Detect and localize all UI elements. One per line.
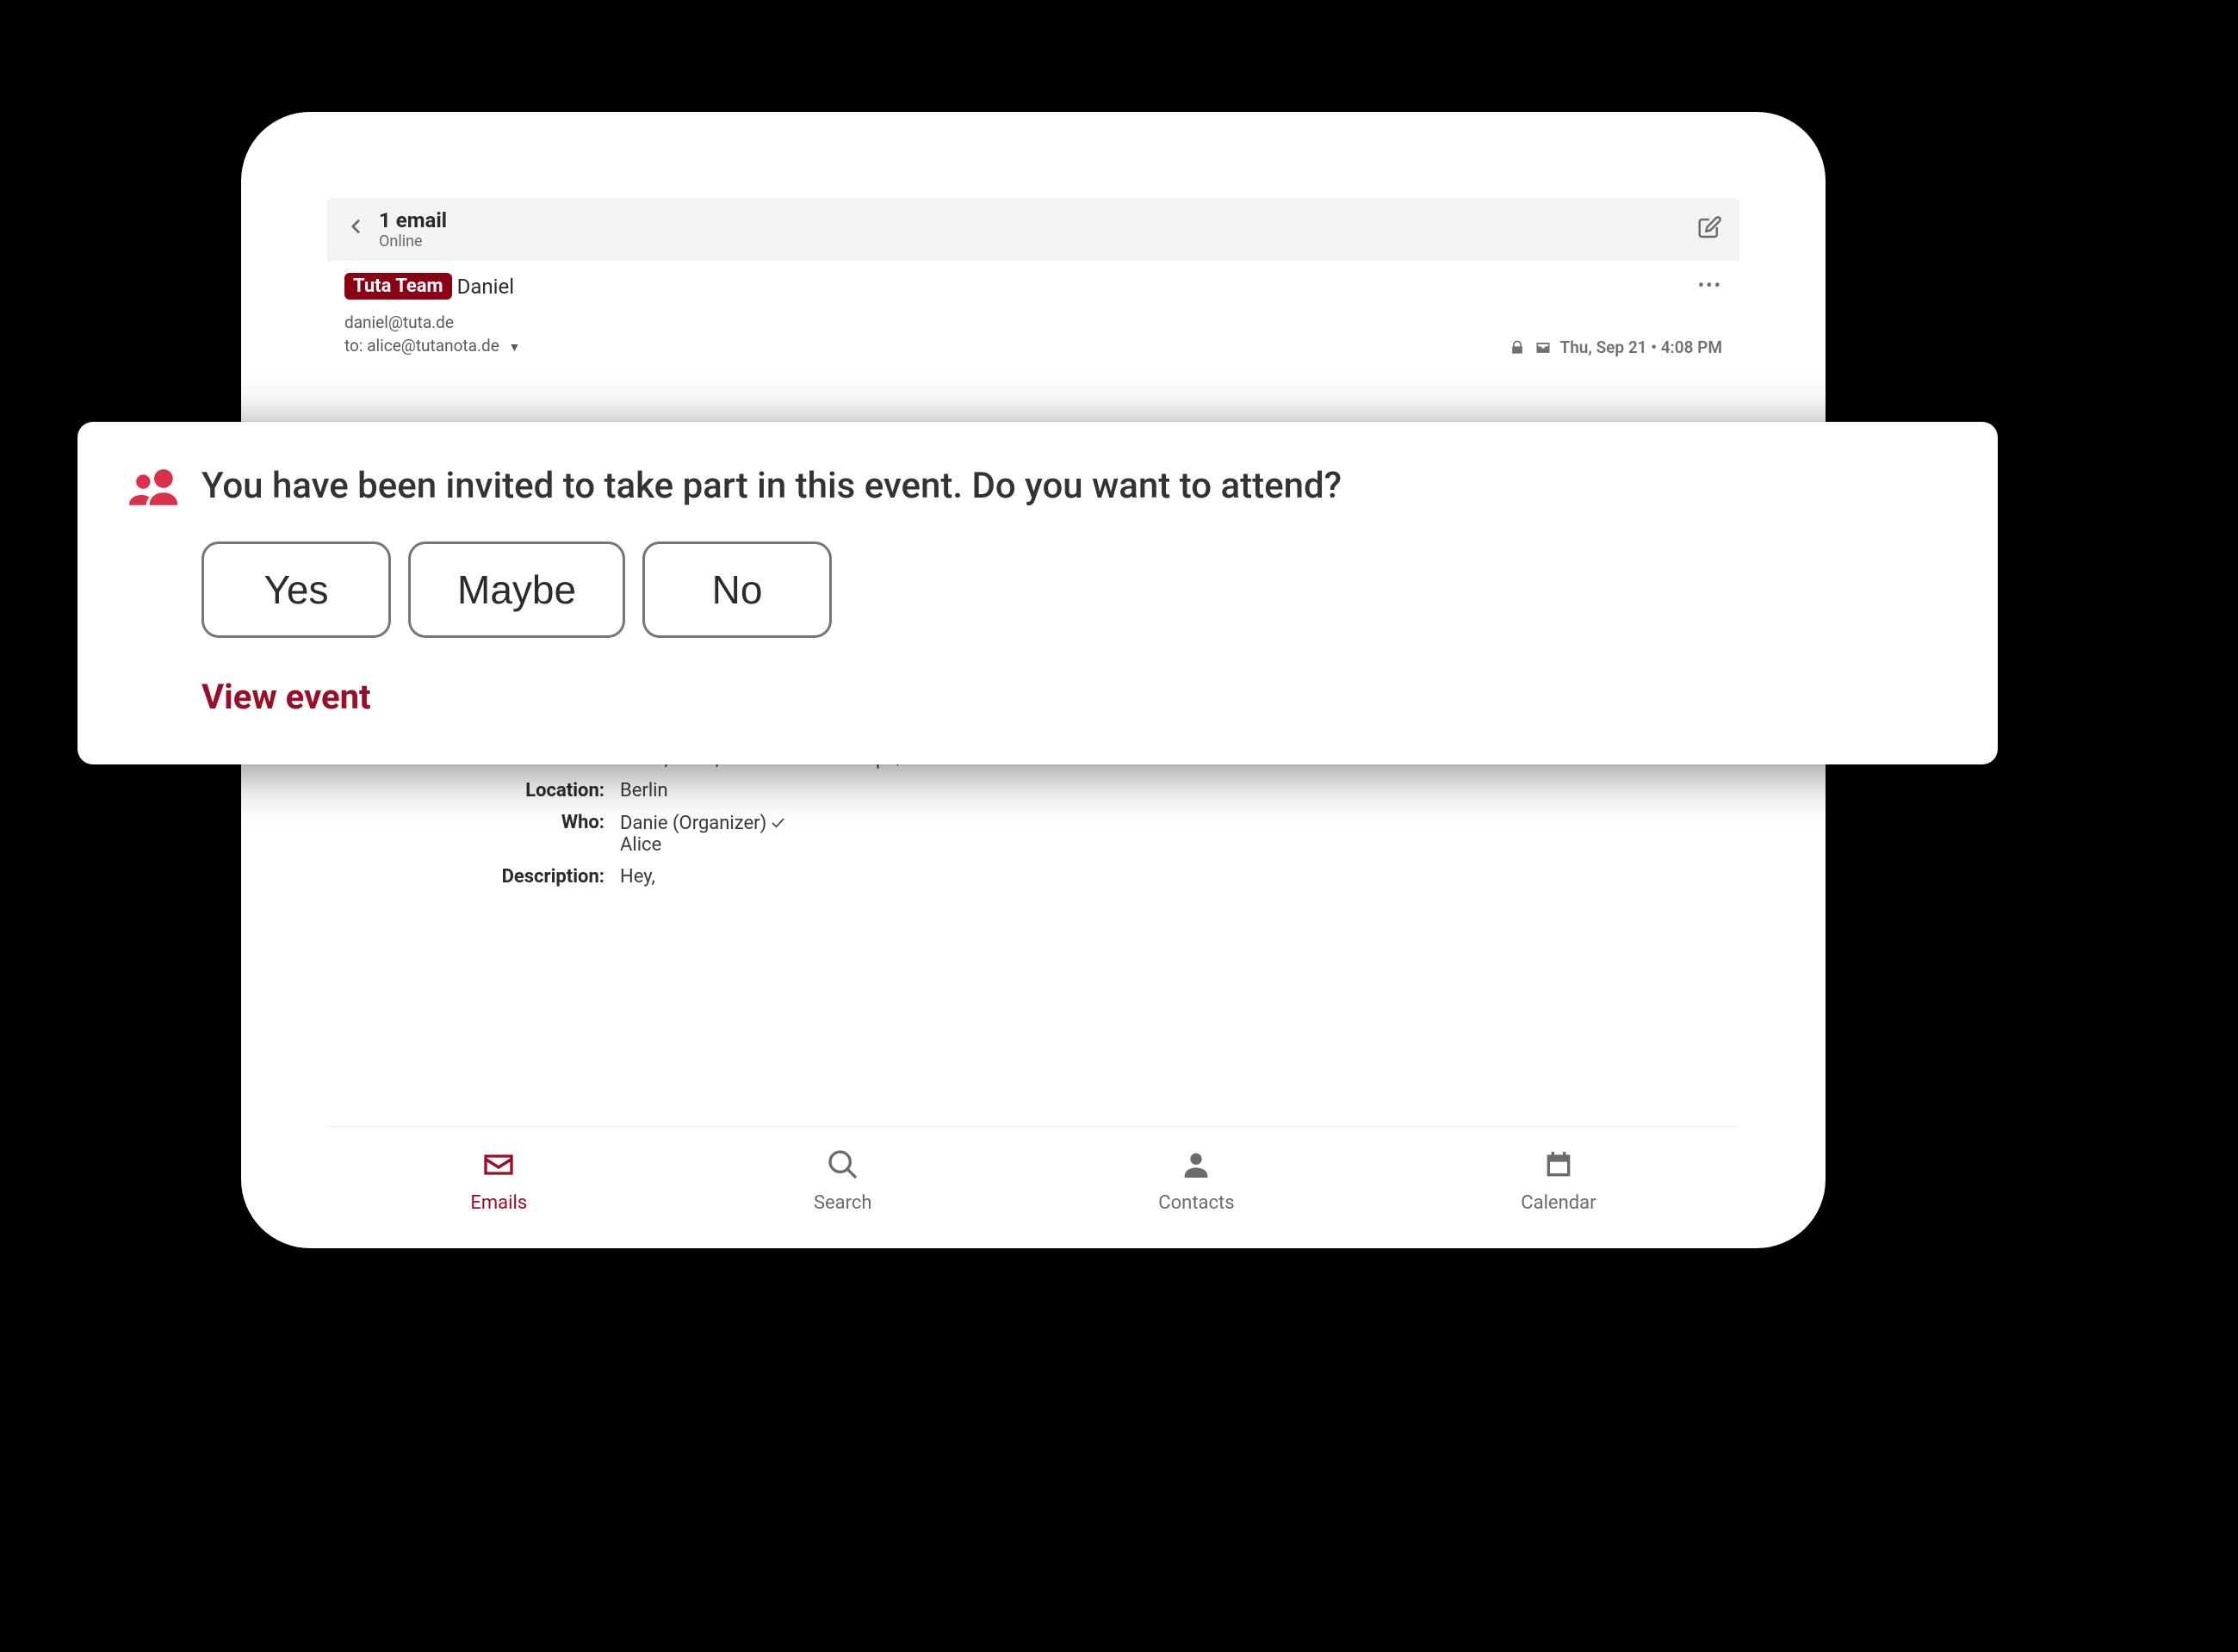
no-button[interactable]: No	[642, 541, 832, 638]
response-buttons: Yes Maybe No	[201, 541, 1946, 638]
popup-header: You have been invited to take part in th…	[129, 465, 1946, 507]
person-icon	[1179, 1148, 1213, 1187]
lock-icon	[1509, 339, 1526, 356]
timestamp: Thu, Sep 21 • 4:08 PM	[1560, 337, 1722, 357]
invite-prompt: You have been invited to take part in th…	[201, 465, 1342, 507]
nav-search[interactable]: Search	[814, 1148, 872, 1214]
description-label: Description:	[362, 866, 620, 888]
to-address: alice@tutanota.de	[367, 336, 499, 356]
location-value: Berlin	[620, 780, 668, 801]
who-line-1: Danie (Organizer) ✓	[620, 812, 784, 834]
more-options-button[interactable]: •••	[1698, 275, 1722, 297]
bottom-nav: Emails Search Contacts Calendar	[327, 1126, 1739, 1248]
sender-badge: Tuta Team	[344, 273, 452, 300]
nav-emails[interactable]: Emails	[470, 1148, 527, 1214]
back-button[interactable]	[344, 215, 379, 244]
location-label: Location:	[362, 780, 620, 801]
chevron-down-icon: ▼	[508, 341, 520, 355]
yes-button[interactable]: Yes	[201, 541, 391, 638]
nav-calendar-label: Calendar	[1521, 1192, 1596, 1214]
search-icon	[826, 1148, 860, 1187]
description-value: Hey,	[620, 866, 655, 888]
view-event-link[interactable]: View event	[201, 677, 1946, 717]
calendar-icon	[1541, 1148, 1576, 1187]
who-label: Who:	[362, 812, 620, 856]
nav-contacts-label: Contacts	[1158, 1192, 1234, 1214]
to-line[interactable]: to: alice@tutanota.de ▼	[344, 335, 1509, 358]
address-row: daniel@tuta.de to: alice@tutanota.de ▼ T…	[327, 312, 1739, 369]
header-title-block: 1 email Online	[379, 208, 1696, 251]
sender-name: Daniel	[457, 275, 514, 299]
header-subtitle: Online	[379, 232, 1696, 251]
nav-calendar[interactable]: Calendar	[1521, 1148, 1596, 1214]
invite-popup: You have been invited to take part in th…	[77, 422, 1998, 764]
meta-block: Thu, Sep 21 • 4:08 PM	[1509, 337, 1722, 357]
sender-row: Tuta Team Daniel •••	[327, 261, 1739, 312]
email-header-bar: 1 email Online	[327, 198, 1739, 261]
nav-search-label: Search	[814, 1192, 872, 1214]
who-value: Danie (Organizer) ✓ Alice	[620, 812, 784, 856]
people-icon	[129, 466, 179, 507]
nav-contacts[interactable]: Contacts	[1158, 1148, 1234, 1214]
header-title: 1 email	[379, 208, 1696, 232]
maybe-button[interactable]: Maybe	[408, 541, 625, 638]
compose-button[interactable]	[1696, 215, 1722, 244]
address-block: daniel@tuta.de to: alice@tutanota.de ▼	[344, 312, 1509, 357]
mail-icon	[481, 1148, 516, 1187]
nav-emails-label: Emails	[470, 1192, 527, 1214]
to-prefix: to:	[344, 336, 367, 356]
inbox-icon	[1534, 339, 1552, 356]
from-address: daniel@tuta.de	[344, 312, 1509, 335]
who-line-2: Alice	[620, 834, 784, 856]
